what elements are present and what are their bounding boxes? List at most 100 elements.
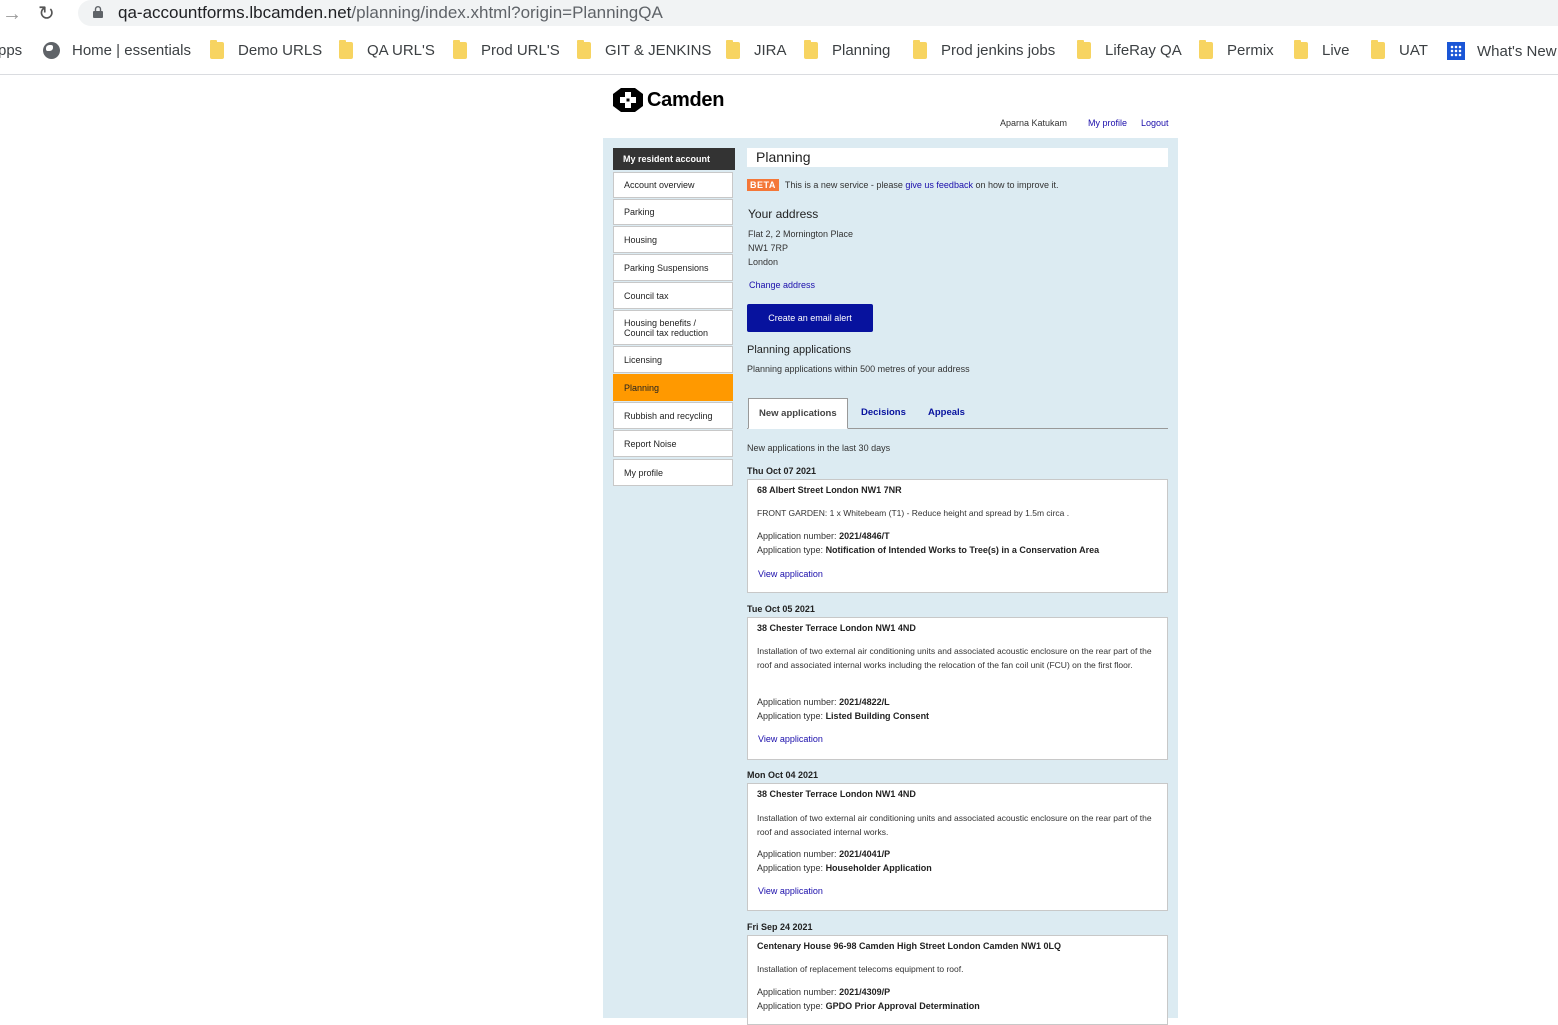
application-number-row: Application number: 2021/4041/P bbox=[757, 849, 890, 859]
application-date: Fri Sep 24 2021 bbox=[747, 922, 813, 932]
page-title: Planning bbox=[747, 148, 1168, 167]
sidebar-item-label: Council tax bbox=[624, 290, 669, 301]
applications-heading: Planning applications bbox=[747, 344, 851, 356]
bookmark-label: What's New bbox=[1477, 42, 1557, 60]
bookmark-planning[interactable]: Planning bbox=[804, 40, 890, 59]
url-path: /planning/index.xhtml?origin=PlanningQA bbox=[351, 3, 663, 22]
browser-toolbar: → ↻ qa-accountforms.lbcamden.net/plannin… bbox=[0, 0, 1558, 30]
bookmark-liferay-qa[interactable]: LifeRay QA bbox=[1077, 40, 1182, 59]
bookmark-qa-urls[interactable]: QA URL'S bbox=[339, 40, 435, 59]
bookmark-uat[interactable]: UAT bbox=[1371, 40, 1428, 59]
sidebar-item-label: Housing bbox=[624, 234, 658, 245]
grid-icon bbox=[1447, 42, 1465, 60]
sidebar-item-parking[interactable]: Parking bbox=[613, 199, 733, 225]
sidebar-item-housing-benefits[interactable]: Housing benefits / Council tax reduction bbox=[613, 310, 733, 345]
application-address: 38 Chester Terrace London NW1 4ND bbox=[757, 623, 916, 633]
bookmark-demo-urls[interactable]: Demo URLS bbox=[210, 40, 323, 59]
user-name: Aparna Katukam bbox=[1000, 118, 1068, 128]
application-type-row: Application type: Notification of Intend… bbox=[757, 545, 1099, 555]
my-profile-link[interactable]: My profile bbox=[1088, 118, 1127, 128]
tab-new-applications[interactable]: New applications bbox=[748, 398, 848, 429]
bookmark-label: Demo URLS bbox=[238, 42, 323, 59]
sidebar-item-my-profile[interactable]: My profile bbox=[613, 459, 733, 486]
application-card: Centenary House 96-98 Camden High Street… bbox=[747, 935, 1168, 1025]
feedback-link[interactable]: give us feedback bbox=[905, 180, 973, 190]
new-applications-note: New applications in the last 30 days bbox=[747, 443, 891, 453]
bookmark-git-jenkins[interactable]: GIT & JENKINS bbox=[577, 40, 712, 59]
bookmark-label: Prod URL'S bbox=[481, 42, 560, 59]
sidebar-item-parking-suspensions[interactable]: Parking Suspensions bbox=[613, 254, 733, 281]
bookmark-label: QA URL'S bbox=[367, 42, 435, 59]
bookmark-jira[interactable]: JIRA bbox=[726, 40, 787, 59]
sidebar-item-account-overview[interactable]: Account overview bbox=[613, 172, 733, 198]
bookmark-label: GIT & JENKINS bbox=[605, 42, 712, 59]
application-number: 2021/4041/P bbox=[839, 849, 891, 859]
sidebar-item-label: My profile bbox=[624, 467, 664, 478]
camden-logo-icon bbox=[613, 88, 643, 112]
sidebar-item-planning[interactable]: Planning bbox=[613, 374, 733, 401]
sidebar-item-licensing[interactable]: Licensing bbox=[613, 346, 733, 373]
bookmark-prod-urls[interactable]: Prod URL'S bbox=[453, 40, 560, 59]
globe-icon bbox=[43, 42, 60, 59]
bookmark-permix[interactable]: Permix bbox=[1199, 40, 1274, 59]
application-type-row: Application type: Householder Applicatio… bbox=[757, 863, 932, 873]
sidebar-item-rubbish-recycling[interactable]: Rubbish and recycling bbox=[613, 402, 733, 429]
bookmark-prod-jenkins-jobs[interactable]: Prod jenkins jobs bbox=[913, 40, 1056, 59]
application-date: Thu Oct 07 2021 bbox=[747, 466, 817, 476]
folder-icon bbox=[1199, 40, 1213, 59]
application-type-label: Application type: bbox=[757, 545, 824, 555]
bookmark-home-essentials[interactable]: Home | essentials bbox=[43, 42, 191, 59]
url-text[interactable]: qa-accountforms.lbcamden.net/planning/in… bbox=[118, 3, 663, 23]
forward-arrow-icon[interactable]: → bbox=[2, 3, 22, 26]
application-address: 38 Chester Terrace London NW1 4ND bbox=[757, 789, 916, 799]
bookmark-apps[interactable]: pps bbox=[0, 42, 22, 59]
application-description: FRONT GARDEN: 1 x Whitebeam (T1) - Reduc… bbox=[757, 508, 1070, 518]
view-application-link[interactable]: View application bbox=[758, 734, 823, 744]
bookmark-label: LifeRay QA bbox=[1105, 42, 1182, 59]
application-number: 2021/4822/L bbox=[839, 697, 890, 707]
application-card: 38 Chester Terrace London NW1 4ND Instal… bbox=[747, 783, 1168, 911]
applications-tabs: New applications Decisions Appeals bbox=[747, 398, 1168, 429]
sidebar-heading: My resident account bbox=[613, 148, 735, 170]
application-type-label: Application type: bbox=[757, 863, 824, 873]
view-application-link[interactable]: View application bbox=[758, 886, 823, 896]
application-number-label: Application number: bbox=[757, 987, 837, 997]
logout-link[interactable]: Logout bbox=[1141, 118, 1169, 128]
application-number: 2021/4309/P bbox=[839, 987, 891, 997]
folder-icon bbox=[913, 40, 927, 59]
folder-icon bbox=[339, 40, 353, 59]
sidebar-item-label-line2: Council tax reduction bbox=[624, 327, 709, 338]
bookmark-live[interactable]: Live bbox=[1294, 40, 1350, 59]
bookmark-label: Prod jenkins jobs bbox=[941, 42, 1056, 59]
tab-decisions[interactable]: Decisions bbox=[861, 398, 906, 428]
sidebar-item-council-tax[interactable]: Council tax bbox=[613, 282, 733, 309]
address-line: London bbox=[748, 257, 779, 267]
sidebar-item-label: Planning bbox=[624, 382, 660, 393]
folder-icon bbox=[726, 40, 740, 59]
sidebar-item-label: Report Noise bbox=[624, 438, 677, 449]
sidebar-item-label: Parking Suspensions bbox=[624, 262, 709, 273]
bookmark-label: JIRA bbox=[754, 42, 787, 59]
change-address-link[interactable]: Change address bbox=[749, 280, 815, 290]
application-number-row: Application number: 2021/4822/L bbox=[757, 697, 890, 707]
sidebar-item-report-noise[interactable]: Report Noise bbox=[613, 430, 733, 457]
beta-text: This is a new service - please bbox=[784, 180, 903, 190]
sidebar-item-label: Licensing bbox=[624, 354, 663, 365]
bookmarks-bar: pps Home | essentials Demo URLS QA URL'S… bbox=[0, 36, 1558, 68]
camden-logo[interactable]: Camden bbox=[613, 88, 724, 112]
sidebar-nav: My resident account Account overview Par… bbox=[613, 148, 735, 486]
bookmark-whats-new[interactable]: What's New bbox=[1447, 42, 1557, 60]
application-description: Installation of two external air conditi… bbox=[757, 646, 1152, 670]
bookmark-label: Permix bbox=[1227, 42, 1274, 59]
sidebar-item-housing[interactable]: Housing bbox=[613, 226, 733, 253]
application-number-row: Application number: 2021/4846/T bbox=[757, 531, 890, 541]
sidebar-item-label: Parking bbox=[624, 207, 655, 217]
tab-appeals[interactable]: Appeals bbox=[928, 398, 965, 428]
view-application-link[interactable]: View application bbox=[758, 569, 823, 579]
reload-icon[interactable]: ↻ bbox=[38, 1, 55, 26]
create-email-alert-button[interactable]: Create an email alert bbox=[747, 304, 873, 332]
bookmark-label: UAT bbox=[1399, 42, 1428, 59]
sidebar-item-label: Housing benefits / bbox=[624, 317, 697, 328]
folder-icon bbox=[1294, 40, 1308, 59]
application-address: 68 Albert Street London NW1 7NR bbox=[757, 485, 902, 495]
